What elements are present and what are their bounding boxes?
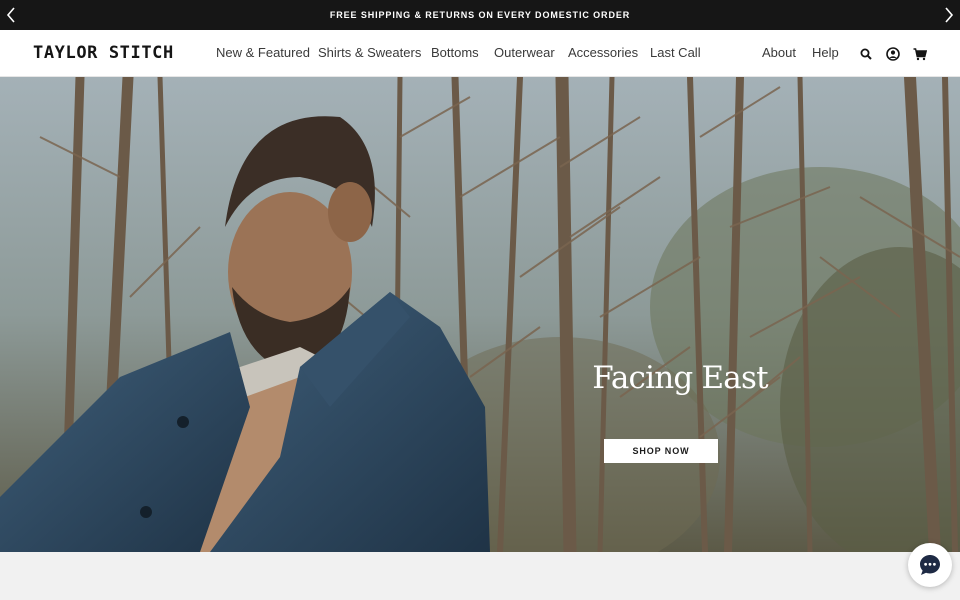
search-icon [860,48,872,60]
cart-icon [913,47,927,60]
nav-bottoms[interactable]: Bottoms [431,45,479,60]
chat-bubble-icon [920,555,940,575]
announcement-prev-button[interactable] [1,5,21,25]
hero-title: Facing East [592,360,768,396]
nav-outerwear[interactable]: Outerwear [494,45,555,60]
cart-button[interactable] [912,46,928,62]
announcement-bar: FREE SHIPPING & RETURNS ON EVERY DOMESTI… [0,0,960,30]
content-section [0,552,960,600]
nav-about[interactable]: About [762,45,796,60]
nav-accessories[interactable]: Accessories [568,45,638,60]
account-button[interactable] [885,46,901,62]
announcement-text: FREE SHIPPING & RETURNS ON EVERY DOMESTI… [329,10,631,20]
nav-help[interactable]: Help [812,45,839,60]
chevron-right-icon [945,7,954,23]
account-icon [886,47,900,61]
hero-banner: Facing East SHOP NOW [0,77,960,552]
search-button[interactable] [858,46,874,62]
brand-logo[interactable]: TAYLOR STITCH [33,43,174,63]
chevron-left-icon [6,7,15,23]
nav-last-call[interactable]: Last Call [650,45,701,60]
chat-button[interactable] [908,543,952,587]
hero-image [0,77,960,552]
nav-new-featured[interactable]: New & Featured [216,45,310,60]
nav-shirts-sweaters[interactable]: Shirts & Sweaters [318,45,421,60]
announcement-next-button[interactable] [939,5,959,25]
shop-now-button[interactable]: SHOP NOW [604,439,718,463]
site-header: TAYLOR STITCH New & Featured Shirts & Sw… [0,30,960,77]
